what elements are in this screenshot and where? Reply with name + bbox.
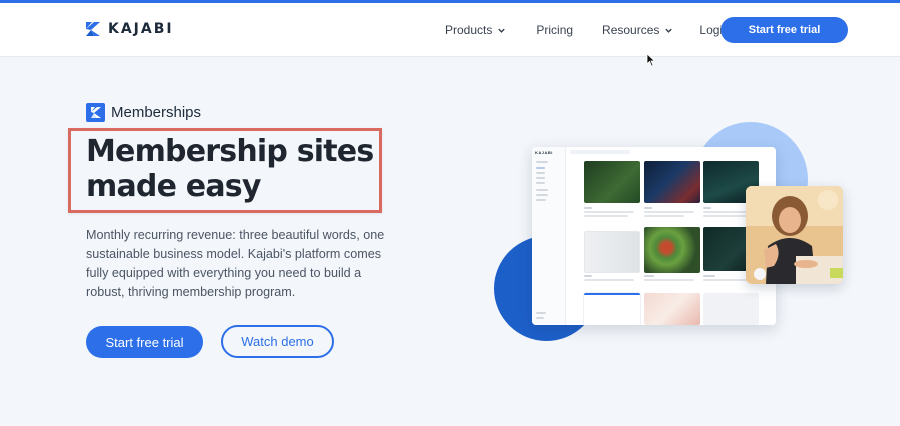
nav-resources-label: Resources: [602, 23, 660, 37]
mockup-thumb: [703, 293, 759, 325]
mockup-thumb: [644, 161, 700, 203]
main-nav: Products Pricing Resources Login: [445, 20, 729, 40]
dashboard-mockup: KAJABI: [532, 147, 776, 325]
chevron-down-icon: [665, 28, 673, 33]
mockup-search: [570, 150, 630, 154]
watch-demo-button[interactable]: Watch demo: [221, 325, 334, 358]
nav-pricing[interactable]: Pricing: [536, 20, 573, 40]
kajabi-k-icon: [86, 22, 100, 36]
person-photo: [746, 186, 843, 284]
mockup-thumb: [644, 293, 700, 325]
mouse-pointer-icon: [646, 53, 656, 67]
nav-products[interactable]: Products: [445, 20, 506, 40]
mockup-thumb: [584, 231, 640, 273]
nav-pricing-label: Pricing: [536, 23, 574, 37]
site-header: KAJABI Products Pricing Resources Login …: [0, 3, 900, 57]
mockup-thumb: [584, 161, 640, 203]
hero-headline: Membership sites made easy: [86, 134, 376, 204]
kajabi-k-icon: [86, 103, 105, 122]
memberships-eyebrow: Memberships: [86, 103, 201, 122]
mockup-thumb: [584, 293, 640, 325]
mockup-logo: KAJABI: [535, 150, 553, 155]
kajabi-logo[interactable]: KAJABI: [86, 21, 174, 37]
mockup-thumb: [644, 227, 700, 273]
eyebrow-label: Memberships: [111, 104, 202, 121]
brand-name: KAJABI: [108, 21, 174, 37]
nav-products-label: Products: [445, 23, 493, 37]
chevron-down-icon: [498, 28, 506, 33]
header-start-trial-button[interactable]: Start free trial: [721, 17, 848, 43]
mockup-sidebar: KAJABI: [532, 147, 566, 325]
hero-description: Monthly recurring revenue: three beautif…: [86, 228, 385, 299]
headline-line-1: Membership sites: [86, 134, 374, 169]
start-free-trial-button[interactable]: Start free trial: [86, 326, 203, 358]
nav-resources[interactable]: Resources: [602, 20, 673, 40]
headline-line-2: made easy: [86, 169, 261, 204]
